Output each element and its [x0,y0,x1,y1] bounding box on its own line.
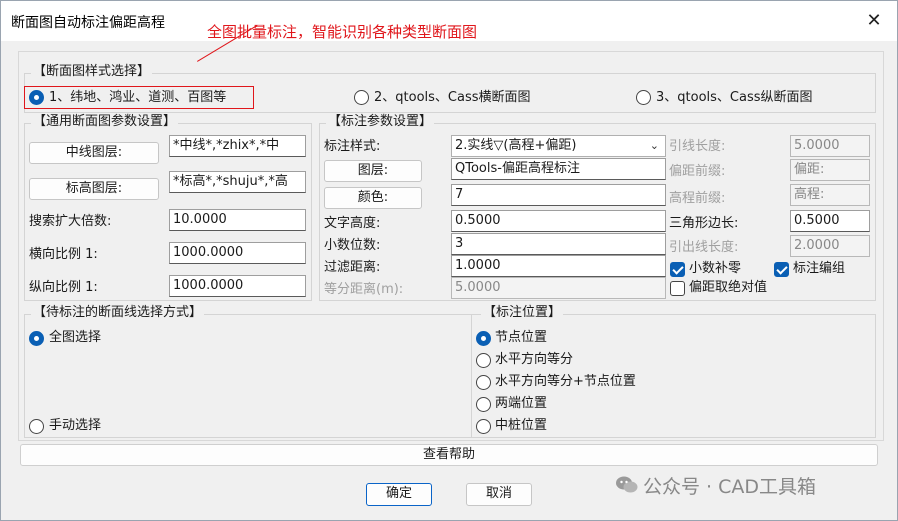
elev-layer-button[interactable]: 标高图层: [29,178,159,200]
style-option-2-radio[interactable] [354,90,369,105]
style-option-1-radio[interactable] [29,90,44,105]
style-option-3-radio[interactable] [636,90,651,105]
pick-group-legend: 【待标注的断面线选择方式】 [31,305,205,321]
annot-style-select[interactable]: 2.实线▽(高程+偏距) ⌄ [451,135,666,157]
abs-offset-checkbox[interactable] [670,281,685,296]
decimal-label: 小数位数: [324,238,381,253]
decimal-input[interactable]: 3 [451,233,666,255]
position-equal-label[interactable]: 水平方向等分 [495,351,573,369]
close-icon[interactable]: ✕ [859,7,889,35]
layer-button[interactable]: 图层: [324,160,422,182]
centerline-layer-input[interactable]: *中线*,*zhix*,*中 [169,135,306,157]
hscale-input[interactable]: 1000.0000 [169,242,306,264]
position-group-legend: 【标注位置】 [481,305,564,321]
vscale-label: 纵向比例 1: [29,280,98,295]
dialog-window: 断面图自动标注偏距高程 ✕ 【断面图样式选择】 1、纬地、鸿业、道测、百图等 2… [0,0,898,521]
position-ends-radio[interactable] [476,397,491,412]
chevron-down-icon: ⌄ [649,139,659,152]
general-group-legend: 【通用断面图参数设置】 [31,114,179,130]
style-group-legend: 【断面图样式选择】 [31,64,153,80]
layer-input[interactable]: QTools-偏距高程标注 [451,158,666,180]
leader-length-input: 5.0000 [790,135,870,157]
position-node-label[interactable]: 节点位置 [495,329,547,347]
decimal-pad-checkbox[interactable] [670,262,685,277]
style-option-2-label[interactable]: 2、qtools、Cass横断面图 [374,89,531,107]
hscale-label: 横向比例 1: [29,247,98,262]
wechat-icon [616,476,638,493]
group-annot-label[interactable]: 标注编组 [793,260,845,278]
annot-style-value: 2.实线▽(高程+偏距) [455,138,577,153]
position-center-radio[interactable] [476,419,491,434]
position-equal-node-label[interactable]: 水平方向等分+节点位置 [495,373,636,391]
equal-distance-label: 等分距离(m): [324,282,404,297]
triangle-size-input[interactable]: 0.5000 [790,210,870,232]
cancel-button[interactable]: 取消 [466,483,532,506]
position-node-radio[interactable] [476,331,491,346]
style-option-1-label[interactable]: 1、纬地、鸿业、道测、百图等 [49,89,226,107]
filter-label: 过滤距离: [324,260,381,275]
leadout-length-input: 2.0000 [790,235,870,257]
filter-input[interactable]: 1.0000 [451,255,666,277]
triangle-size-label: 三角形边长: [669,216,739,231]
annot-group-legend: 【标注参数设置】 [326,114,435,130]
style-option-3-label[interactable]: 3、qtools、Cass纵断面图 [656,89,813,107]
leader-length-label: 引线长度: [669,139,726,154]
offset-prefix-label: 偏距前缀: [669,164,726,179]
pick-manual-label[interactable]: 手动选择 [49,417,101,435]
equal-distance-input: 5.0000 [451,277,666,299]
vscale-input[interactable]: 1000.0000 [169,275,306,297]
text-height-input[interactable]: 0.5000 [451,210,666,232]
annot-style-label: 标注样式: [324,139,381,154]
pick-whole-radio[interactable] [29,331,44,346]
position-equal-radio[interactable] [476,353,491,368]
abs-offset-label[interactable]: 偏距取绝对值 [689,279,767,297]
color-button[interactable]: 颜色: [324,187,422,209]
position-equal-node-radio[interactable] [476,375,491,390]
elev-prefix-label: 高程前缀: [669,191,726,206]
position-ends-label[interactable]: 两端位置 [495,395,547,413]
text-height-label: 文字高度: [324,216,381,231]
elev-prefix-input: 高程: [790,184,870,206]
pick-manual-radio[interactable] [29,419,44,434]
pick-whole-label[interactable]: 全图选择 [49,329,101,347]
window-title: 断面图自动标注偏距高程 [11,15,165,31]
search-factor-label: 搜索扩大倍数: [29,214,112,229]
elev-layer-input[interactable]: *标高*,*shuju*,*高 [169,171,306,193]
centerline-layer-button[interactable]: 中线图层: [29,142,159,164]
help-button[interactable]: 查看帮助 [20,444,878,466]
color-input[interactable]: 7 [451,184,666,206]
leadout-length-label: 引出线长度: [669,240,739,255]
position-center-label[interactable]: 中桩位置 [495,417,547,435]
offset-prefix-input: 偏距: [790,159,870,181]
decimal-pad-label[interactable]: 小数补零 [689,260,741,278]
group-annot-checkbox[interactable] [774,262,789,277]
search-factor-input[interactable]: 10.0000 [169,209,306,231]
ok-button[interactable]: 确定 [366,483,432,506]
watermark-text: 公众号 · CAD工具箱 [643,476,817,498]
